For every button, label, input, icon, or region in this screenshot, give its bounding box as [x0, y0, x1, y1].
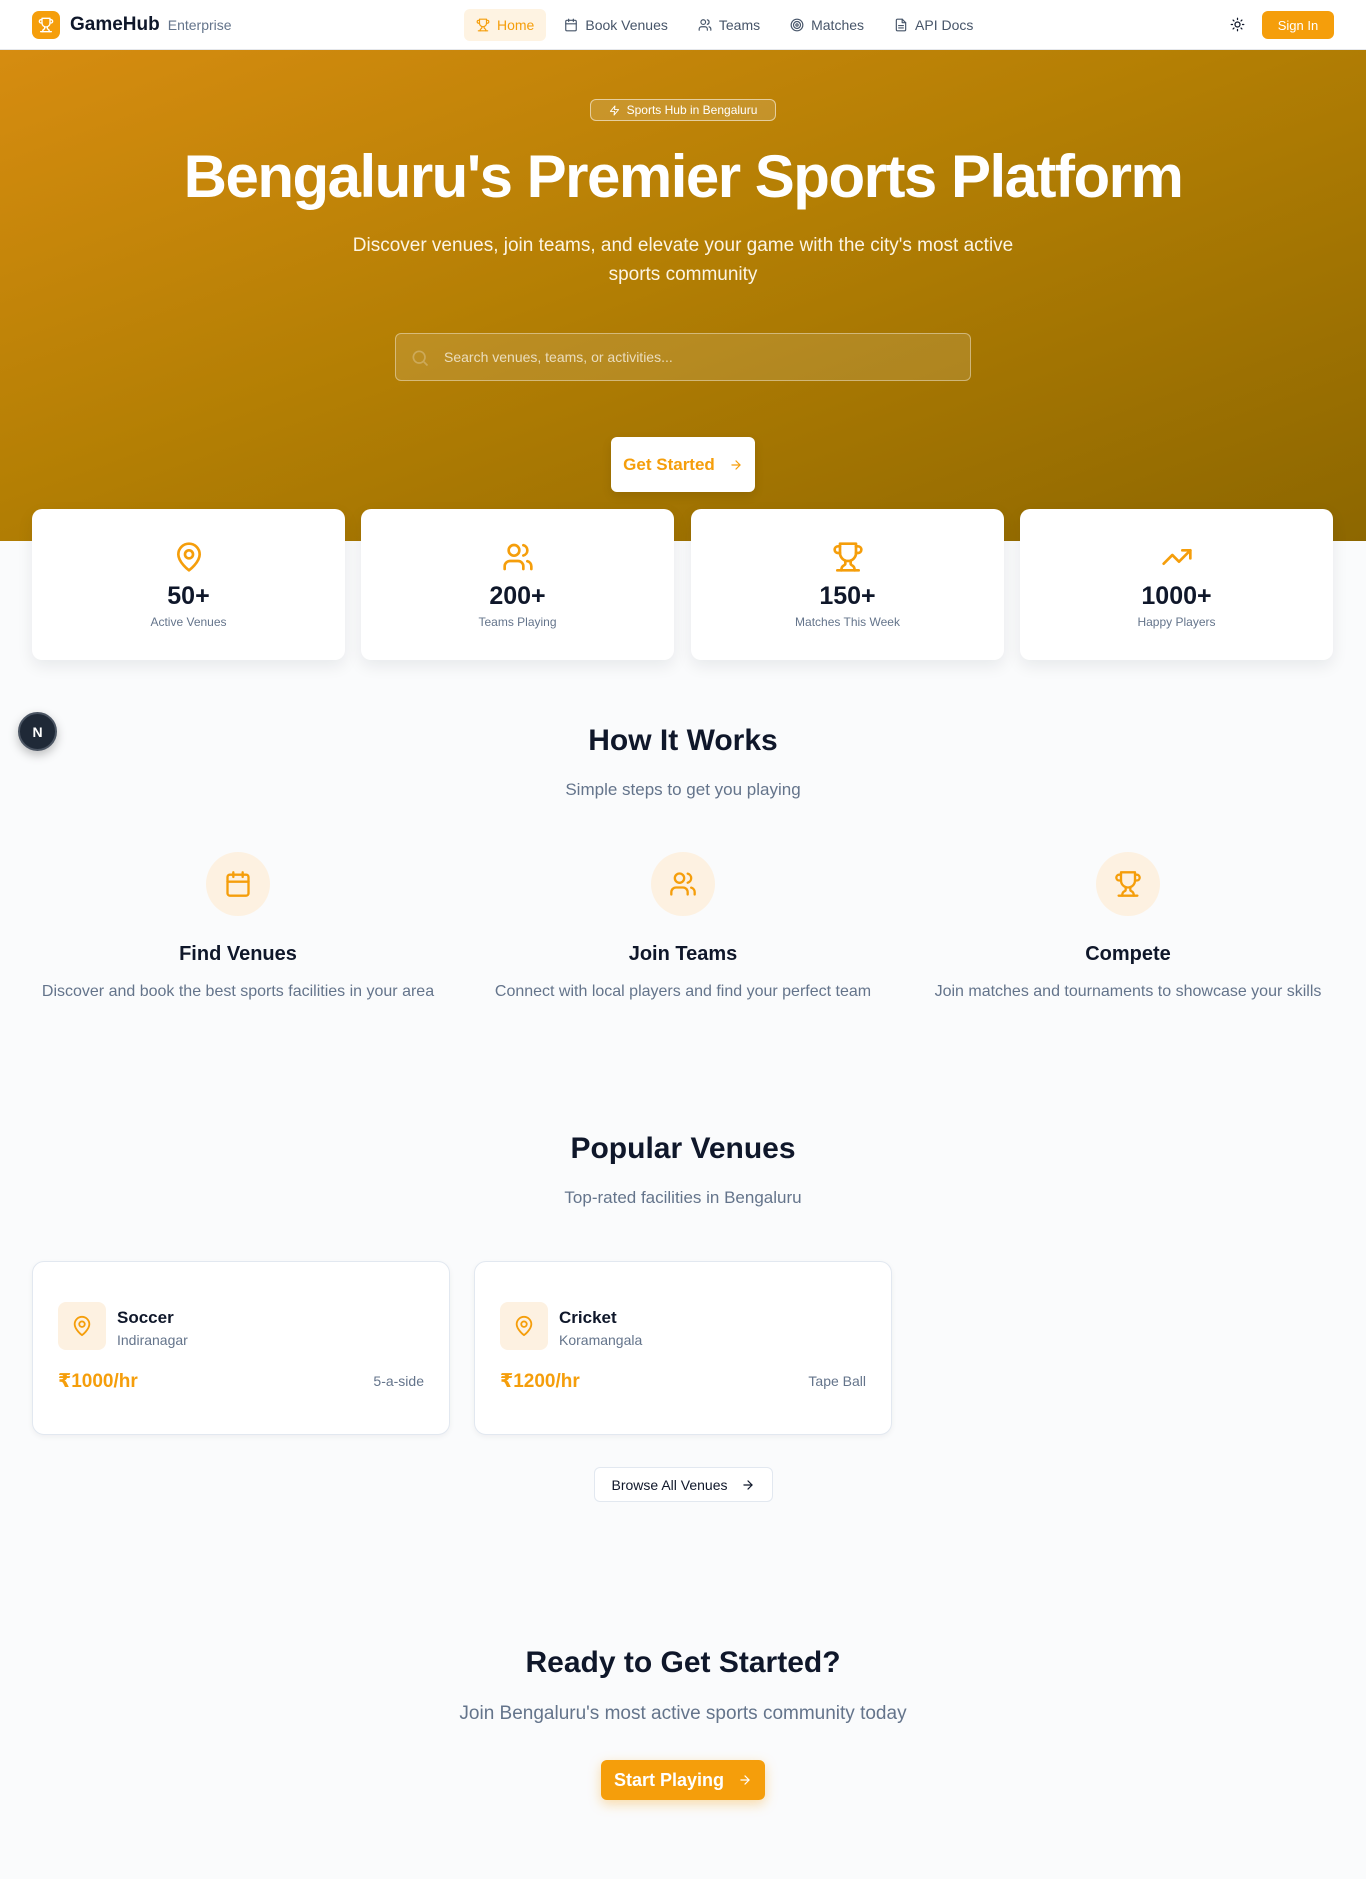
zap-icon: [609, 104, 619, 116]
stat-label: Matches This Week: [795, 615, 900, 629]
venue-format: Tape Ball: [808, 1373, 866, 1389]
browse-all-venues-button[interactable]: Browse All Venues: [594, 1467, 773, 1502]
search-box: [395, 333, 971, 381]
arrow-right-icon: [740, 1775, 750, 1785]
venue-location: Indiranagar: [117, 1332, 188, 1348]
get-started-label: Get Started: [623, 454, 715, 474]
venue-format: 5-a-side: [373, 1373, 424, 1389]
start-playing-label: Start Playing: [613, 1769, 725, 1790]
browse-all-venues-label: Browse All Venues: [611, 1476, 728, 1493]
stat-card-matches: 150+ Matches This Week: [691, 509, 1004, 660]
users-icon: [670, 872, 696, 896]
venue-location: Koramangala: [559, 1332, 643, 1348]
stat-value: 200+: [489, 582, 546, 610]
stat-label: Teams Playing: [478, 615, 557, 629]
map-pin-icon: [515, 1315, 533, 1337]
venue-icon-box: [58, 1302, 106, 1350]
how-it-works-title: How It Works: [588, 724, 778, 757]
nav-teams-label: Teams: [718, 17, 761, 33]
popular-venues-subtitle: Top-rated facilities in Bengaluru: [564, 1188, 802, 1207]
step-description: Join matches and tournaments to showcase…: [934, 983, 1322, 1000]
nav-api-docs-label: API Docs: [915, 17, 974, 33]
step-icon-circle: [1096, 852, 1160, 916]
stat-value: 1000+: [1141, 582, 1212, 610]
venue-name: Soccer: [117, 1308, 174, 1327]
venue-price: ₹1000/hr: [58, 1371, 138, 1392]
nav-links: Home Book Venues Teams Matches API Docs: [464, 9, 985, 41]
brand-subtitle: Enterprise: [167, 17, 232, 33]
trophy-icon: [476, 18, 490, 32]
step-title: Find Venues: [179, 943, 297, 965]
hero-subtitle: Discover venues, join teams, and elevate…: [352, 235, 1014, 285]
stat-label: Active Venues: [150, 615, 227, 629]
venue-name: Cricket: [559, 1308, 617, 1327]
hero-badge-label: Sports Hub in Bengaluru: [626, 103, 758, 117]
nav-matches-label: Matches: [811, 17, 865, 33]
stat-label: Happy Players: [1137, 615, 1216, 629]
trophy-icon: [1115, 871, 1141, 897]
sun-icon: [1230, 17, 1244, 31]
step-icon-circle: [651, 852, 715, 916]
step-description: Connect with local players and find your…: [494, 983, 872, 1000]
venue-card-cricket[interactable]: Cricket Koramangala ₹1200/hr Tape Ball: [474, 1261, 892, 1435]
step-title: Compete: [1085, 943, 1171, 965]
calendar-icon: [565, 18, 578, 32]
calendar-icon: [226, 871, 250, 897]
theme-toggle-button[interactable]: [1226, 13, 1248, 35]
trophy-icon: [833, 542, 863, 572]
hero-title: Bengaluru's Premier Sports Platform: [183, 143, 1184, 210]
hero-badge: Sports Hub in Bengaluru: [590, 99, 776, 121]
brand[interactable]: GameHub Enterprise: [32, 11, 232, 39]
document-icon: [895, 18, 907, 32]
nav-matches[interactable]: Matches: [778, 9, 876, 41]
nav-home[interactable]: Home: [464, 9, 547, 41]
how-it-works-subtitle: Simple steps to get you playing: [565, 780, 801, 799]
arrow-right-icon: [731, 459, 741, 470]
stat-card-teams: 200+ Teams Playing: [361, 509, 674, 660]
brand-name: GameHub: [70, 14, 160, 35]
stat-value: 150+: [819, 582, 876, 610]
nav-book-venues[interactable]: Book Venues: [552, 9, 680, 41]
top-navbar: GameHub Enterprise Home Book Venues Team…: [0, 0, 1366, 50]
ready-title: Ready to Get Started?: [525, 1646, 841, 1679]
stat-card-players: 1000+ Happy Players: [1020, 509, 1333, 660]
venue-price: ₹1200/hr: [500, 1371, 580, 1392]
nav-home-label: Home: [497, 17, 535, 33]
trending-up-icon: [1162, 549, 1192, 565]
step-description: Discover and book the best sports facili…: [41, 983, 435, 1000]
hero-section: Sports Hub in Bengaluru Bengaluru's Prem…: [0, 50, 1366, 541]
sign-in-button[interactable]: Sign In: [1262, 11, 1334, 39]
ready-subtitle: Join Bengaluru's most active sports comm…: [459, 1703, 907, 1724]
start-playing-button[interactable]: Start Playing: [601, 1760, 765, 1800]
map-pin-icon: [73, 1315, 91, 1337]
venue-icon-box: [500, 1302, 548, 1350]
step-icon-circle: [206, 852, 270, 916]
popular-venues-title: Popular Venues: [570, 1132, 796, 1165]
stat-value: 50+: [167, 582, 210, 610]
search-input[interactable]: [444, 334, 944, 380]
search-icon: [412, 350, 429, 367]
nav-book-venues-label: Book Venues: [585, 17, 668, 33]
map-pin-icon: [177, 542, 201, 572]
nav-teams[interactable]: Teams: [686, 9, 772, 41]
venue-card-soccer[interactable]: Soccer Indiranagar ₹1000/hr 5-a-side: [32, 1261, 450, 1435]
get-started-button[interactable]: Get Started: [611, 437, 755, 492]
step-title: Join Teams: [628, 943, 738, 965]
users-icon: [503, 543, 533, 571]
nav-api-docs[interactable]: API Docs: [882, 9, 985, 41]
users-icon: [698, 19, 712, 31]
arrow-right-icon: [743, 1479, 754, 1490]
stat-card-venues: 50+ Active Venues: [32, 509, 345, 660]
target-icon: [790, 18, 804, 32]
trophy-logo-icon: [32, 11, 60, 39]
